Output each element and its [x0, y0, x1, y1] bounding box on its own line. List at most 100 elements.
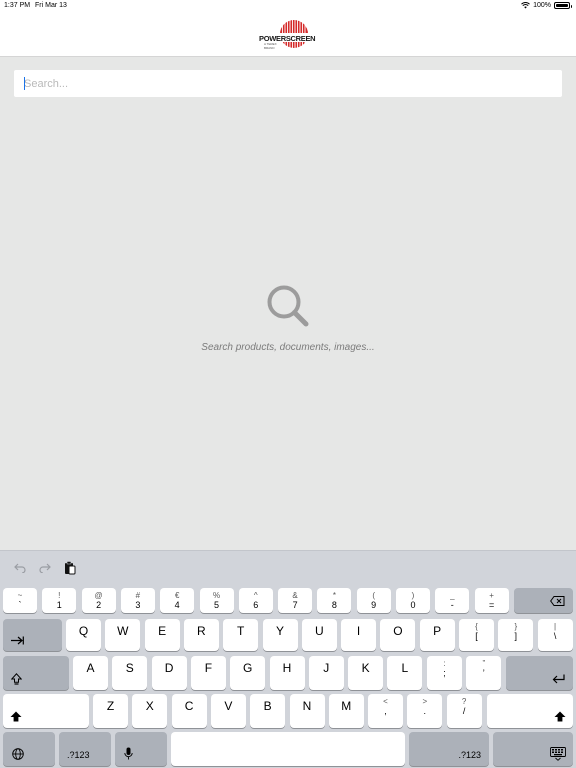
key-top-label: ~: [17, 591, 23, 600]
key-4[interactable]: €4: [160, 588, 195, 613]
right-shift-key[interactable]: [487, 694, 573, 728]
key-c[interactable]: C: [171, 694, 207, 728]
key-6[interactable]: ^ 6: [238, 588, 273, 613]
on-screen-keyboard: ~ `! 1 @2 #3 €4% 5 ^ 6 & 7 * 8(9) 0 _ - + = Q W E R T Y U I O P{[}]…: [0, 550, 576, 768]
caps-lock-key[interactable]: [3, 656, 69, 690]
undo-icon[interactable]: [12, 560, 28, 576]
key-bottom-label: 9: [371, 600, 377, 610]
key-2[interactable]: @2: [81, 588, 116, 613]
key-top-label: (: [372, 591, 376, 600]
key-bottom-label: \: [553, 631, 557, 641]
key-bottom-label: -: [450, 600, 454, 610]
key-top-label: &: [292, 591, 298, 600]
key-bottom-label: /: [462, 706, 466, 716]
key-bottom-label: =: [488, 600, 495, 610]
globe-key[interactable]: [3, 732, 55, 766]
key-label: .?123: [67, 750, 90, 760]
key-0[interactable]: ) 0: [396, 588, 430, 613]
key-top-label: ”: [482, 659, 486, 668]
key-y[interactable]: Y: [262, 619, 298, 651]
key-top-label: %: [212, 591, 221, 600]
key-top-label: €: [174, 591, 180, 600]
shift-icon: [10, 711, 22, 722]
delete-key[interactable]: [514, 588, 573, 613]
key-punct[interactable]: | \: [537, 619, 573, 651]
key-8[interactable]: * 8: [317, 588, 352, 613]
key-b[interactable]: B: [250, 694, 286, 728]
key-n[interactable]: N: [289, 694, 325, 728]
space-key[interactable]: [171, 732, 405, 766]
key-bottom-label: 7: [292, 600, 298, 610]
key-bottom-label: 6: [253, 600, 259, 610]
globe-icon: [12, 748, 24, 760]
key-m[interactable]: M: [328, 694, 364, 728]
key-i[interactable]: I: [341, 619, 377, 651]
key-x[interactable]: X: [132, 694, 168, 728]
key-f[interactable]: F: [190, 656, 226, 690]
key-s[interactable]: S: [112, 656, 148, 690]
key-3[interactable]: #3: [120, 588, 155, 613]
key-a[interactable]: A: [73, 656, 108, 690]
battery-icon: [554, 2, 572, 9]
tab-key[interactable]: [3, 619, 62, 651]
key-j[interactable]: J: [308, 656, 344, 690]
return-key[interactable]: [506, 656, 573, 690]
key-v[interactable]: V: [210, 694, 246, 728]
key-punct[interactable]: ? /: [446, 694, 482, 728]
key-top-label: }: [514, 622, 518, 631]
caps-lock-icon: [11, 673, 22, 685]
key-bottom-label: 5: [213, 600, 219, 610]
key-[interactable]: ~ `: [3, 588, 37, 613]
key-d[interactable]: D: [151, 656, 187, 690]
key-punct[interactable]: ”’: [466, 656, 502, 690]
keyboard-toolbar: [0, 551, 576, 585]
key-t[interactable]: T: [223, 619, 259, 651]
dictation-key[interactable]: [115, 732, 167, 766]
key-top-label: !: [58, 591, 61, 600]
key-o[interactable]: O: [380, 619, 416, 651]
key-punct[interactable]: :;: [427, 656, 462, 690]
key-q[interactable]: Q: [66, 619, 101, 651]
key-k[interactable]: K: [348, 656, 384, 690]
key-bottom-label: ]: [514, 631, 518, 641]
return-icon: [552, 674, 565, 684]
numbers-key-right[interactable]: .?123: [409, 732, 489, 766]
key-punct[interactable]: }]: [498, 619, 534, 651]
key-w[interactable]: W: [105, 619, 141, 651]
key-z[interactable]: Z: [93, 694, 128, 728]
key-9[interactable]: (9: [356, 588, 391, 613]
key-label: .?123: [458, 750, 481, 760]
key-l[interactable]: L: [387, 656, 423, 690]
battery-fill: [556, 4, 568, 7]
key-u[interactable]: U: [301, 619, 337, 651]
search-bar[interactable]: [14, 70, 562, 97]
key-top-label: |: [554, 622, 557, 631]
powerscreen-logo[interactable]: POWERSCREEN A TEREX BRAND: [258, 19, 318, 52]
key-[interactable]: + =: [474, 588, 509, 613]
search-input[interactable]: [14, 70, 562, 97]
paste-icon[interactable]: [62, 560, 78, 576]
key-5[interactable]: % 5: [199, 588, 234, 613]
numbers-key[interactable]: .?123: [59, 732, 111, 766]
key-p[interactable]: P: [419, 619, 455, 651]
nav-bar: POWERSCREEN A TEREX BRAND: [0, 14, 576, 57]
hide-keyboard-key[interactable]: [493, 732, 573, 766]
key-bottom-label: [: [475, 631, 478, 641]
key-1[interactable]: ! 1: [42, 588, 77, 613]
key-r[interactable]: R: [183, 619, 219, 651]
key-punct[interactable]: <,: [368, 694, 403, 728]
key-bottom-label: ;: [443, 668, 446, 678]
key-g[interactable]: G: [230, 656, 266, 690]
key-7[interactable]: & 7: [278, 588, 313, 613]
key-e[interactable]: E: [144, 619, 180, 651]
key-punct[interactable]: {[: [459, 619, 494, 651]
shift-icon: [554, 711, 566, 722]
key-h[interactable]: H: [269, 656, 305, 690]
key-[interactable]: _ -: [435, 588, 470, 613]
key-punct[interactable]: >.: [407, 694, 443, 728]
redo-icon[interactable]: [37, 560, 53, 576]
key-bottom-label: 3: [135, 600, 141, 610]
keyboard-dismiss-icon: [550, 747, 566, 761]
empty-state: Search products, documents, images...: [0, 284, 576, 353]
left-shift-key[interactable]: [3, 694, 89, 728]
